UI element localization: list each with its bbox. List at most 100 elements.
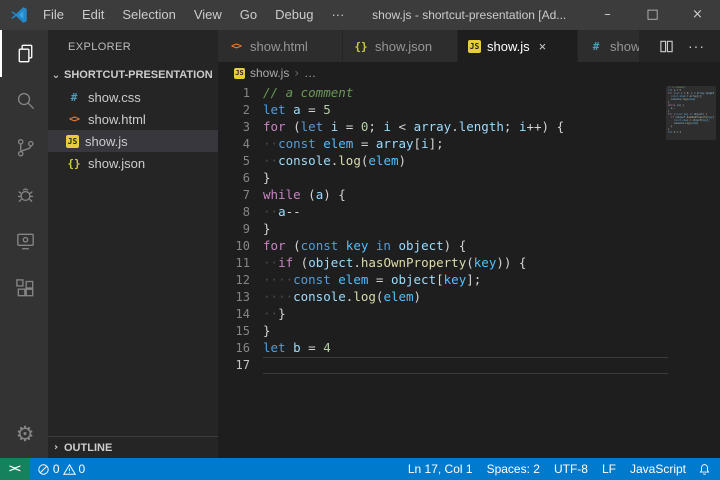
- notifications-button[interactable]: [693, 463, 720, 476]
- split-editor-button[interactable]: [652, 39, 681, 54]
- menu-bar: FileEditSelectionViewGoDebug···: [34, 0, 353, 30]
- remote-indicator[interactable]: ><: [0, 458, 29, 480]
- menu-item[interactable]: Edit: [73, 0, 113, 30]
- code-line[interactable]: 8··a--: [218, 204, 720, 221]
- tab-list: <>show.html{}show.jsonJSshow.js×#show.cs…: [218, 30, 640, 62]
- code-line[interactable]: 12····const elem = object[key];: [218, 272, 720, 289]
- tab-show.css[interactable]: #show.css: [578, 30, 640, 62]
- outline-section[interactable]: › OUTLINE: [48, 436, 218, 458]
- menu-item[interactable]: Selection: [113, 0, 184, 30]
- line-number: 11: [218, 255, 250, 272]
- file-list: # show.css <> show.html JSshow.js{}show.json: [48, 86, 218, 174]
- settings-icon[interactable]: ⚙: [0, 411, 48, 458]
- code-text: let a = 5: [263, 102, 668, 119]
- tab-show.json[interactable]: {} show.json: [343, 30, 458, 62]
- css-file-icon: #: [66, 91, 82, 104]
- breadcrumb[interactable]: JS show.js › …: [218, 62, 720, 84]
- menu-item[interactable]: Go: [231, 0, 266, 30]
- html-file-icon: <>: [66, 114, 82, 125]
- code-line[interactable]: 9}: [218, 221, 720, 238]
- json-file-icon: {}: [353, 40, 369, 53]
- code-text: ··const elem = array[i];: [263, 136, 668, 153]
- code-line[interactable]: 2 let a = 5: [218, 102, 720, 119]
- explorer-icon[interactable]: [0, 30, 48, 77]
- code-line[interactable]: 3 for (let i = 0; i < array.length; i++) …: [218, 119, 720, 136]
- menu-item[interactable]: File: [34, 0, 73, 30]
- tab-label: show.js: [487, 39, 530, 54]
- code-text: ··}: [263, 306, 668, 323]
- code-line[interactable]: 11 ··if (object.hasOwnProperty(key)) {: [218, 255, 720, 272]
- code-line[interactable]: 13····console.log(elem): [218, 289, 720, 306]
- explorer-sidebar: EXPLORER ⌄ SHORTCUT-PRESENTATION # show.c…: [48, 30, 218, 458]
- code-text: for (let i = 0; i < array.length; i++) {: [263, 119, 668, 136]
- code-line[interactable]: 10for (const key in object) {: [218, 238, 720, 255]
- close-button[interactable]: ×: [675, 0, 720, 30]
- code-line[interactable]: 17: [218, 357, 720, 374]
- window-title: show.js - shortcut-presentation [Ad...: [353, 8, 585, 22]
- editor-group: <>show.html{}show.jsonJSshow.js×#show.cs…: [218, 30, 720, 458]
- code-line[interactable]: 6}: [218, 170, 720, 187]
- line-number: 6: [218, 170, 250, 187]
- remote-explorer-icon[interactable]: [0, 218, 48, 265]
- code-line[interactable]: 15}: [218, 323, 720, 340]
- file-show.json[interactable]: {}show.json: [48, 152, 218, 174]
- line-number: 3: [218, 119, 250, 136]
- minimap[interactable]: // a commentlet a = 5for (let i = 0; i <…: [668, 86, 714, 134]
- close-tab-icon[interactable]: ×: [539, 39, 547, 54]
- outline-label: OUTLINE: [64, 442, 112, 454]
- explorer-title: EXPLORER: [48, 30, 218, 64]
- errors-icon: [37, 463, 50, 476]
- minimize-button[interactable]: –: [585, 0, 630, 30]
- file-name: show.html: [88, 112, 146, 127]
- status-item[interactable]: UTF-8: [547, 462, 595, 476]
- menu-item[interactable]: View: [185, 0, 231, 30]
- line-number: 7: [218, 187, 250, 204]
- code-text: ··a--: [263, 204, 668, 221]
- code-line[interactable]: 14··}: [218, 306, 720, 323]
- tab-show.html[interactable]: <>show.html: [218, 30, 343, 62]
- code-text: let b = 4: [263, 340, 668, 357]
- code-line[interactable]: 7while (a) {: [218, 187, 720, 204]
- status-item[interactable]: JavaScript: [623, 462, 693, 476]
- status-item[interactable]: Spaces: 2: [480, 462, 547, 476]
- code-line[interactable]: 16 let b = 4: [218, 340, 720, 357]
- code-lines: 1// a comment2 let a = 5 3 for (let i = 0; …: [218, 85, 720, 374]
- status-right-items: Ln 17, Col 1Spaces: 2UTF-8LFJavaScript: [401, 462, 693, 476]
- code-text: }: [263, 323, 668, 340]
- status-item[interactable]: LF: [595, 462, 623, 476]
- chevron-right-icon: ›: [294, 66, 299, 80]
- code-text: for (const key in object) {: [263, 238, 668, 255]
- title-bar: FileEditSelectionViewGoDebug··· show.js …: [0, 0, 720, 30]
- search-icon[interactable]: [0, 77, 48, 124]
- problems-indicator[interactable]: 0 0: [29, 462, 93, 476]
- file-show.html[interactable]: <> show.html: [48, 108, 218, 130]
- code-line[interactable]: 4 ··const elem = array[i];: [218, 136, 720, 153]
- maximize-button[interactable]: □: [630, 0, 675, 30]
- file-show.js[interactable]: JSshow.js: [48, 130, 218, 152]
- activity-bar: ⚙: [0, 30, 48, 458]
- line-number: 16: [218, 340, 250, 357]
- status-item[interactable]: Ln 17, Col 1: [401, 462, 480, 476]
- line-number: 2: [218, 102, 250, 119]
- file-name: show.css: [88, 90, 141, 105]
- menu-item[interactable]: ···: [322, 0, 353, 30]
- code-editor[interactable]: 1// a comment2 let a = 5 3 for (let i = 0; …: [218, 84, 720, 458]
- extensions-icon[interactable]: [0, 265, 48, 312]
- debug-icon[interactable]: [0, 171, 48, 218]
- minimap-slider[interactable]: [666, 86, 716, 140]
- file-show.css[interactable]: # show.css: [48, 86, 218, 108]
- line-number: 4: [218, 136, 250, 153]
- tab-label: show.json: [375, 39, 432, 54]
- menu-item[interactable]: Debug: [266, 0, 322, 30]
- code-line[interactable]: 1// a comment: [218, 85, 720, 102]
- code-text: ··if (object.hasOwnProperty(key)) {: [263, 255, 668, 272]
- code-text: [263, 357, 668, 374]
- json-file-icon: {}: [66, 157, 82, 170]
- vscode-window: FileEditSelectionViewGoDebug··· show.js …: [0, 0, 720, 480]
- chevron-down-icon: ⌄: [48, 70, 64, 81]
- folder-shortcut-presentation[interactable]: ⌄ SHORTCUT-PRESENTATION: [48, 64, 218, 86]
- more-actions-button[interactable]: ···: [681, 38, 712, 54]
- code-line[interactable]: 5··console.log(elem): [218, 153, 720, 170]
- source-control-icon[interactable]: [0, 124, 48, 171]
- tab-show.js[interactable]: JSshow.js×: [458, 30, 578, 62]
